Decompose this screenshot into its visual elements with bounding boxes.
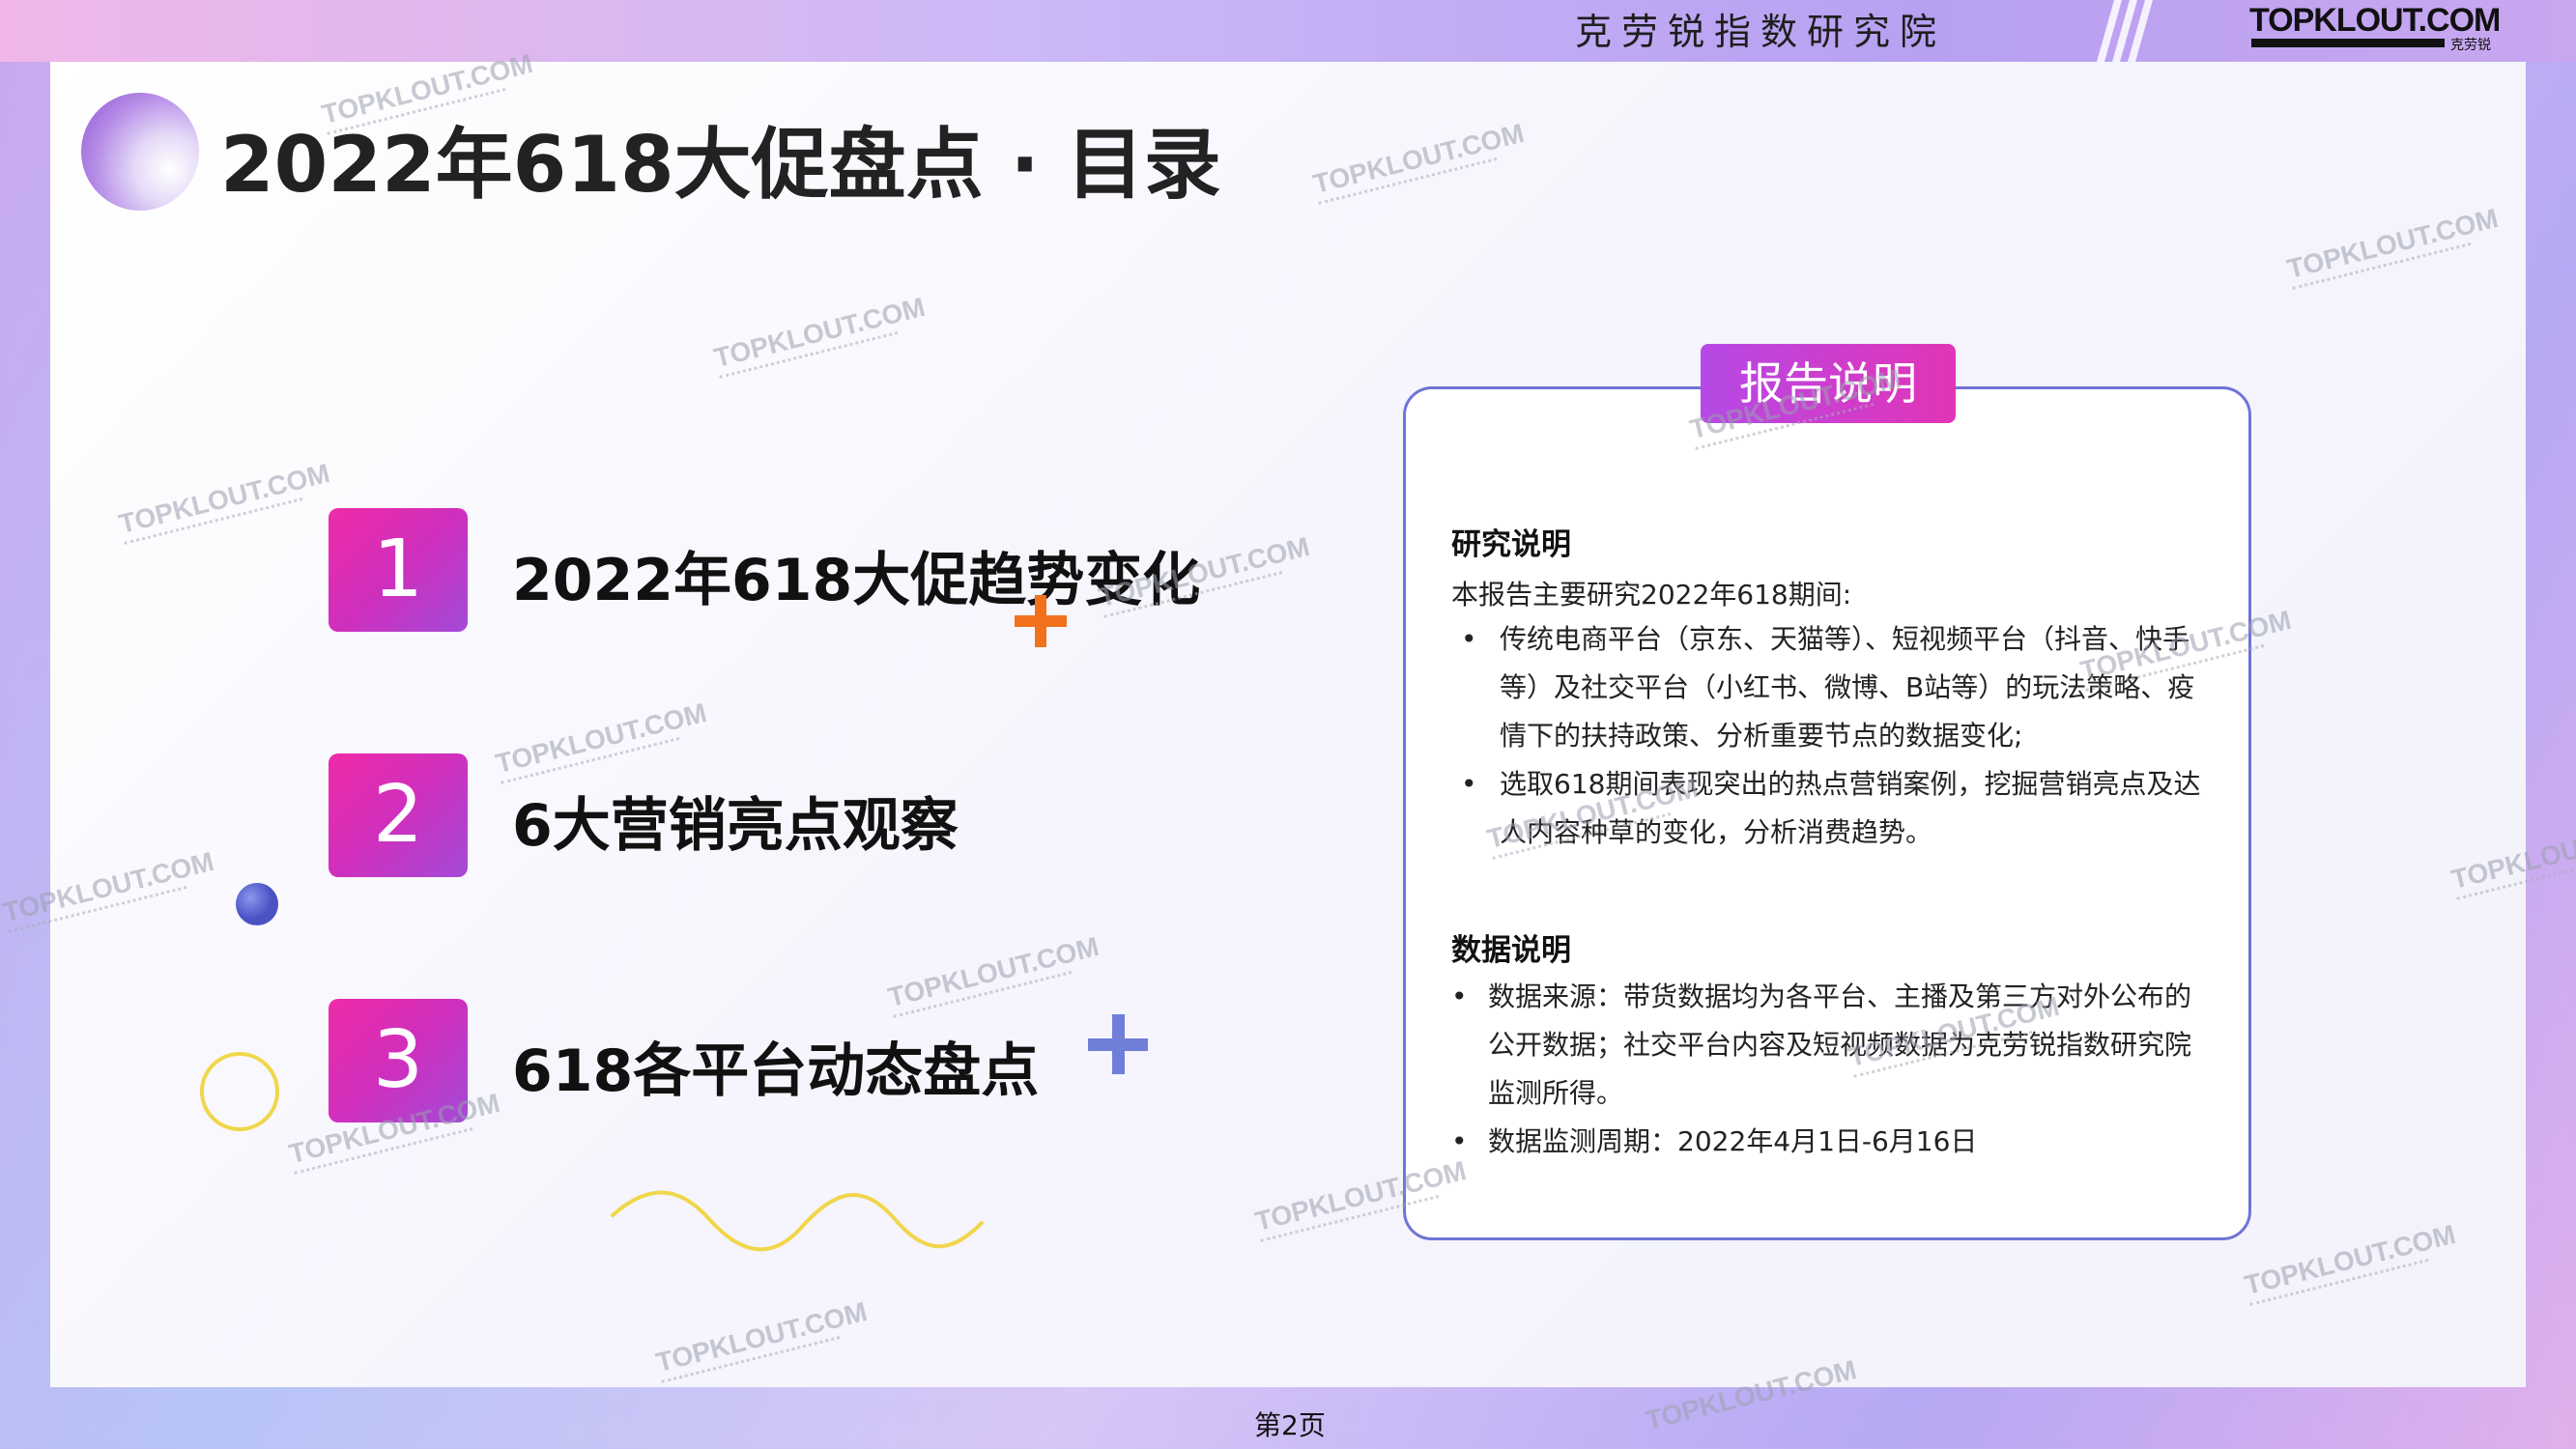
data-heading: 数据说明 bbox=[1451, 933, 1571, 968]
yellow-ring-decoration bbox=[200, 1052, 279, 1131]
bullet-line: 数据来源：带货数据均为各平台、主播及第三方对外公布的 bbox=[1488, 980, 2192, 1012]
header-band bbox=[0, 0, 2576, 62]
bullet-line: 情下的扶持政策、分析重要节点的数据变化; bbox=[1500, 720, 2023, 752]
data-bullet-1: • 数据来源：带货数据均为各平台、主播及第三方对外公布的 公开数据；社交平台内容… bbox=[1451, 973, 2192, 1118]
page-number: 第2页 bbox=[1254, 1409, 1326, 1441]
bullet-dot: • bbox=[1461, 768, 1477, 800]
toc-item-2[interactable]: 6大营销亮点观察 bbox=[512, 779, 959, 863]
bullet-line: 监测所得。 bbox=[1488, 1077, 1624, 1109]
institute-name: 克劳锐指数研究院 bbox=[1575, 11, 1947, 53]
toc-number-2: 2 bbox=[329, 753, 468, 877]
bullet-dot: • bbox=[1461, 623, 1477, 655]
toc-item-1[interactable]: 2022年618大促趋势变化 bbox=[512, 533, 1200, 617]
research-heading: 研究说明 bbox=[1451, 527, 1571, 562]
toc-number-1: 1 bbox=[329, 508, 468, 632]
yellow-wave-decoration bbox=[611, 1190, 984, 1252]
orange-plus-icon bbox=[1015, 595, 1067, 647]
blue-plus-icon bbox=[1088, 1014, 1148, 1074]
bullet-dot: • bbox=[1451, 980, 1468, 1012]
toc-item-3[interactable]: 618各平台动态盘点 bbox=[512, 1024, 1039, 1108]
bullet-line: 公开数据；社交平台内容及短视频数据为克劳锐指数研究院 bbox=[1488, 1029, 2192, 1061]
blue-dot-decoration bbox=[236, 883, 278, 925]
logo-underline bbox=[2251, 39, 2445, 47]
title-orb-decoration bbox=[81, 93, 199, 211]
header-stripes-decoration bbox=[2097, 0, 2153, 62]
research-intro: 本报告主要研究2022年618期间: bbox=[1451, 579, 1852, 611]
logo-subtext: 克劳锐 bbox=[2450, 38, 2491, 53]
bullet-line: 数据监测周期：2022年4月1日-6月16日 bbox=[1488, 1125, 1978, 1157]
data-bullet-2: • 数据监测周期：2022年4月1日-6月16日 bbox=[1451, 1118, 1978, 1166]
